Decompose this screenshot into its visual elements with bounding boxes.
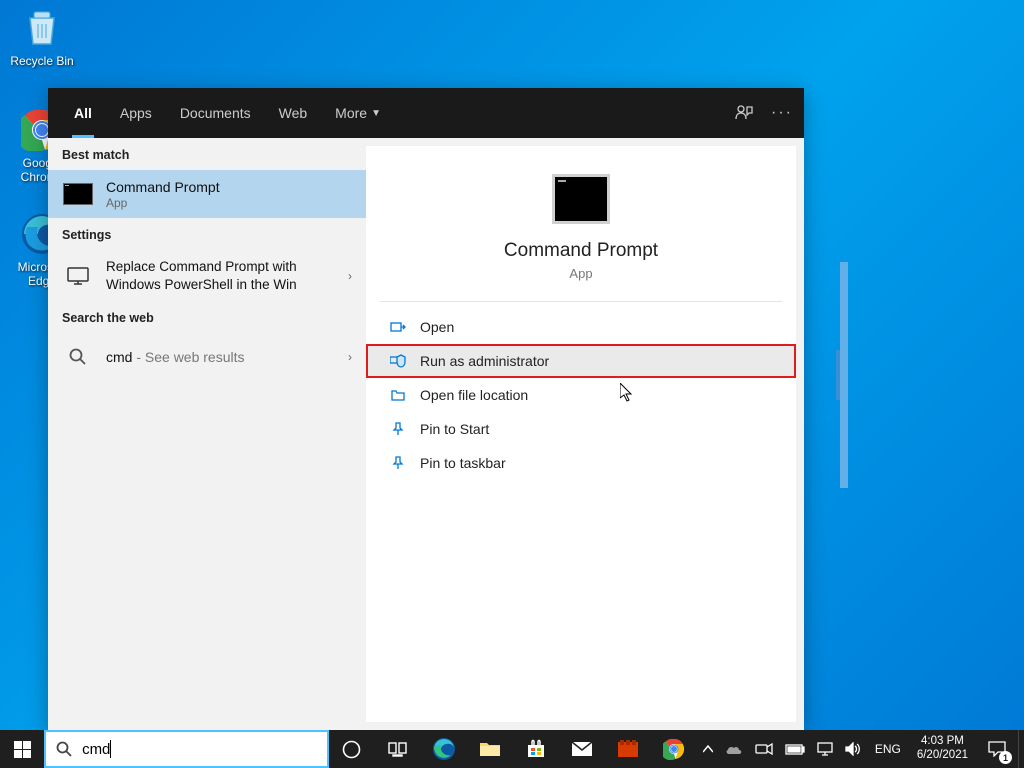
action-open[interactable]: Open <box>366 310 796 344</box>
settings-display-icon <box>62 260 94 292</box>
desktop-icon-label: Recycle Bin <box>4 54 80 68</box>
taskbar-file-explorer[interactable] <box>467 730 513 768</box>
tray-show-hidden[interactable] <box>697 730 719 768</box>
taskbar-cortana[interactable] <box>329 730 375 768</box>
section-search-web: Search the web <box>48 301 366 333</box>
tray-meet-now-icon[interactable] <box>749 730 779 768</box>
action-pin-to-taskbar[interactable]: Pin to taskbar <box>366 446 796 480</box>
options-icon[interactable]: ··· <box>772 103 792 123</box>
search-results-list: Best match Command Prompt App Settings R… <box>48 138 366 730</box>
notification-badge: 1 <box>999 751 1012 764</box>
tray-clock[interactable]: 4:03 PM 6/20/2021 <box>909 730 976 768</box>
search-preview-pane: Command Prompt App Open Run as administr… <box>366 146 796 722</box>
tray-language[interactable]: ENG <box>867 730 909 768</box>
tray-onedrive-icon[interactable] <box>719 730 749 768</box>
search-filter-tabs: All Apps Documents Web More▼ <box>60 88 734 138</box>
preview-app-icon <box>552 174 610 224</box>
taskbar-edge[interactable] <box>421 730 467 768</box>
taskbar-app-orange[interactable] <box>605 730 651 768</box>
tab-apps[interactable]: Apps <box>106 88 166 138</box>
tab-all[interactable]: All <box>60 88 106 138</box>
preview-actions: Open Run as administrator Open file loca… <box>366 302 796 488</box>
taskbar: cmd ENG 4:03 PM 6/20/2021 1 <box>0 730 1024 768</box>
section-best-match: Best match <box>48 138 366 170</box>
taskbar-mail[interactable] <box>559 730 605 768</box>
result-command-prompt[interactable]: Command Prompt App <box>48 170 366 218</box>
system-tray: ENG 4:03 PM 6/20/2021 1 <box>697 730 1024 768</box>
result-title: Replace Command Prompt with Windows Powe… <box>106 258 348 293</box>
search-results-panel: All Apps Documents Web More▼ ··· Best ma… <box>48 88 804 730</box>
taskbar-search-box[interactable]: cmd <box>44 730 329 768</box>
windows-logo-icon <box>14 741 31 758</box>
tray-battery-icon[interactable] <box>779 730 811 768</box>
command-prompt-icon <box>62 178 94 210</box>
tray-volume-icon[interactable] <box>839 730 867 768</box>
taskbar-task-view[interactable] <box>375 730 421 768</box>
pin-icon <box>388 421 408 437</box>
action-run-as-administrator[interactable]: Run as administrator <box>366 344 796 378</box>
action-pin-to-start[interactable]: Pin to Start <box>366 412 796 446</box>
show-desktop-button[interactable] <box>1018 730 1024 768</box>
tray-action-center[interactable]: 1 <box>976 730 1018 768</box>
result-title: cmd - See web results <box>106 349 348 365</box>
result-subtitle: App <box>106 196 352 210</box>
preview-title: Command Prompt <box>380 240 782 262</box>
search-input-text: cmd <box>82 741 110 758</box>
search-icon <box>62 341 94 373</box>
chevron-right-icon: › <box>348 269 352 283</box>
search-header: All Apps Documents Web More▼ ··· <box>48 88 804 138</box>
section-settings: Settings <box>48 218 366 250</box>
chevron-right-icon: › <box>348 350 352 364</box>
desktop-icon-recycle-bin[interactable]: Recycle Bin <box>4 4 80 68</box>
tab-web[interactable]: Web <box>265 88 322 138</box>
pin-icon <box>388 455 408 471</box>
folder-icon <box>388 387 408 403</box>
result-replace-cmd-powershell[interactable]: Replace Command Prompt with Windows Powe… <box>48 250 366 301</box>
recycle-bin-icon <box>18 4 66 52</box>
tab-more[interactable]: More▼ <box>321 88 395 138</box>
window-accent-bar <box>840 262 848 488</box>
result-title: Command Prompt <box>106 179 352 195</box>
taskbar-chrome[interactable] <box>651 730 697 768</box>
chevron-down-icon: ▼ <box>371 108 381 119</box>
preview-subtitle: App <box>380 266 782 281</box>
search-icon <box>56 741 72 757</box>
open-icon <box>388 319 408 335</box>
text-cursor <box>110 740 111 758</box>
tab-documents[interactable]: Documents <box>166 88 265 138</box>
shield-admin-icon <box>388 353 408 369</box>
taskbar-store[interactable] <box>513 730 559 768</box>
action-open-file-location[interactable]: Open file location <box>366 378 796 412</box>
result-web-cmd[interactable]: cmd - See web results › <box>48 333 366 381</box>
tray-network-icon[interactable] <box>811 730 839 768</box>
feedback-icon[interactable] <box>734 103 754 123</box>
start-button[interactable] <box>0 730 44 768</box>
